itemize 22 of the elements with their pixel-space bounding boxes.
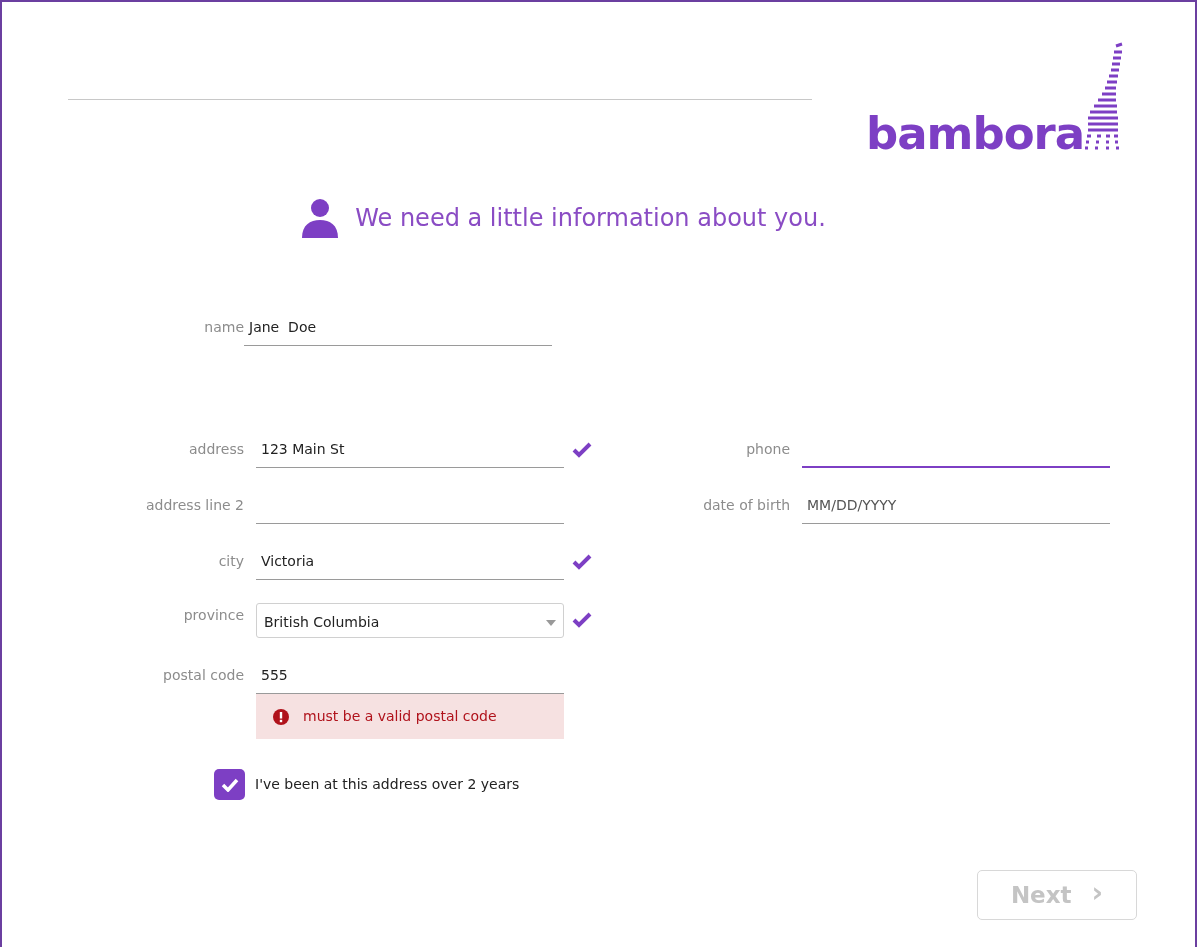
field-label: address [188,440,244,459]
input-field[interactable]: MM/DD/YYYY [802,488,1110,524]
check-icon [220,777,239,792]
input-field[interactable]: 123 Main St [256,432,564,468]
field-label: address line 2 [144,496,244,515]
field-label: city [217,552,244,571]
input-field[interactable]: Jane Doe [244,310,552,346]
checkbox-label: I've been at this address over 2 years [255,775,520,794]
field-label: name [203,318,244,337]
error-icon [273,708,289,725]
logo-text: bambora [866,111,1085,156]
field-label: phone [745,440,790,459]
input-field[interactable]: Victoria [256,544,564,580]
field-label: province [182,606,244,625]
error-text: must be a valid postal code [303,707,497,726]
person-icon [301,198,340,238]
dropdown-caret-icon [546,619,556,626]
province-select[interactable]: British Columbia [256,603,564,638]
form-heading: We need a little information about you. [355,203,826,234]
checkbox[interactable] [214,769,245,800]
field-label: date of birth [702,496,790,515]
field-label: postal code [162,666,244,685]
